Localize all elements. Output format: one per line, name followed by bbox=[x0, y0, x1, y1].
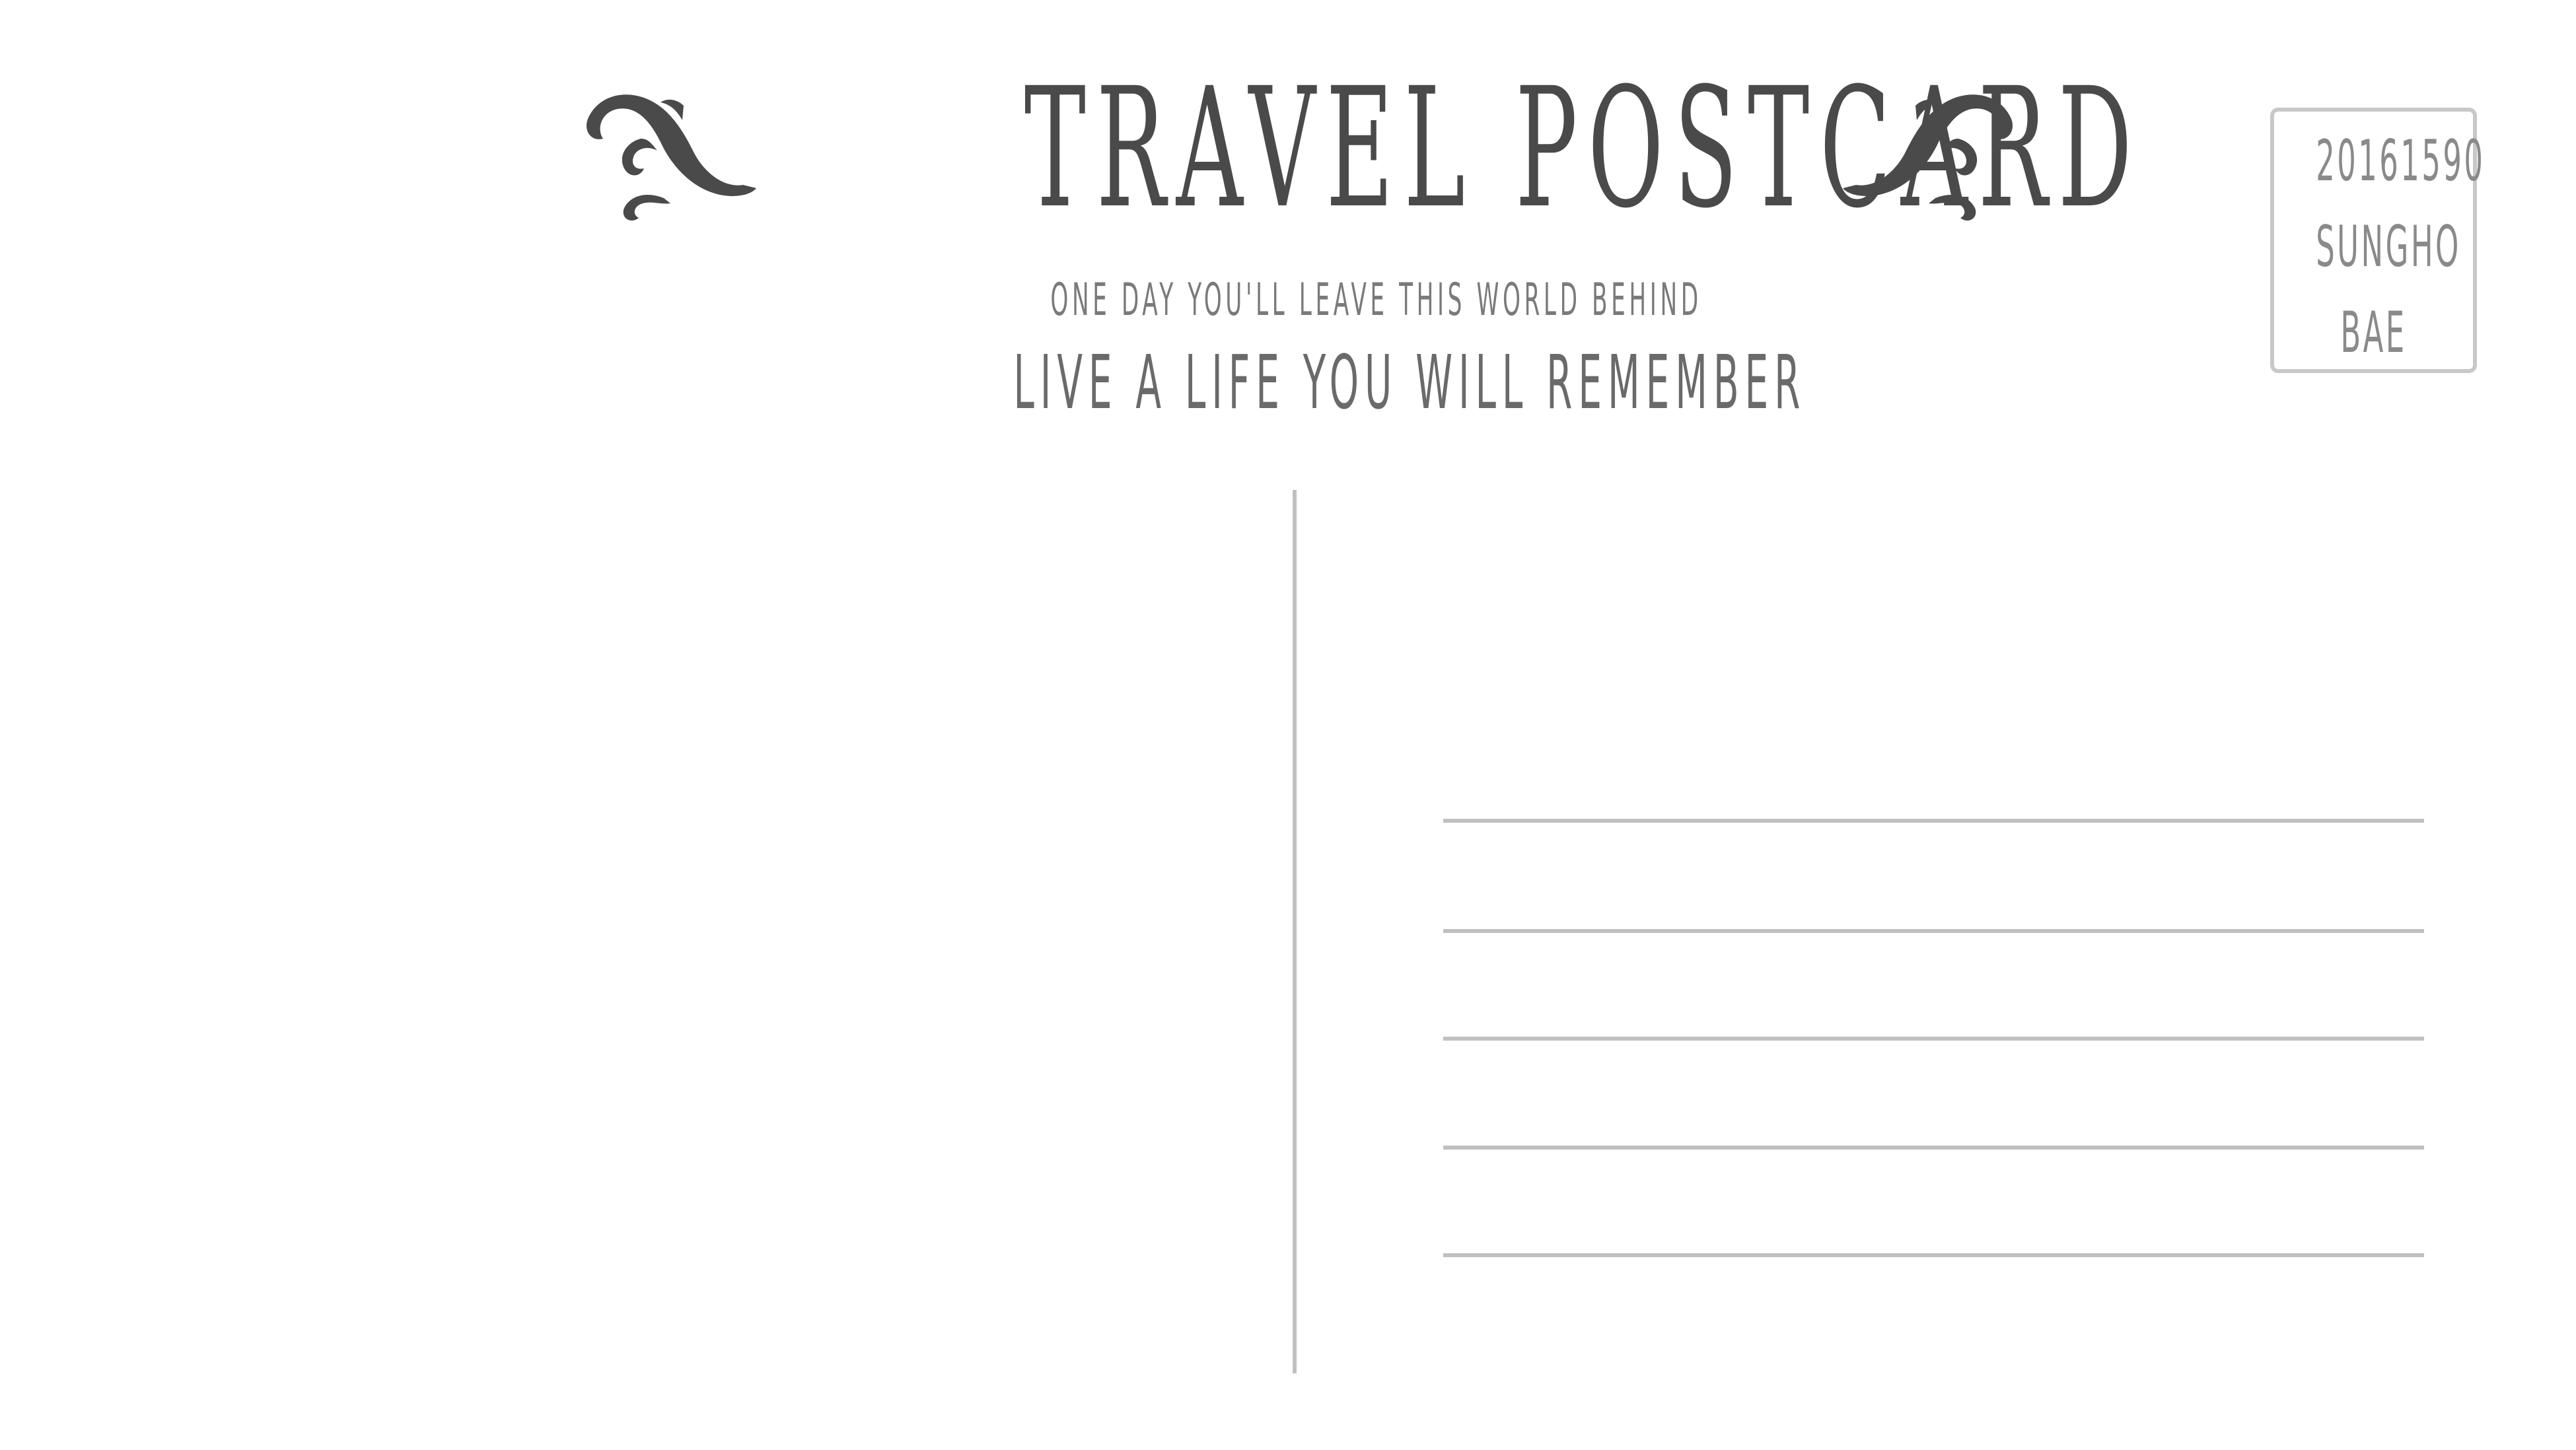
postcard-title: TRAVEL POSTCARD bbox=[1024, 52, 2143, 244]
message-divider bbox=[1293, 490, 1297, 1373]
stamp-id: 20161590 bbox=[2316, 128, 2486, 194]
tagline-small: ONE DAY YOU'LL LEAVE THIS WORLD BEHIND bbox=[1050, 274, 1702, 326]
address-line-2 bbox=[1443, 929, 2424, 933]
address-line-5 bbox=[1443, 1253, 2424, 1257]
tagline-large: LIVE A LIFE YOU WILL REMEMBER bbox=[1013, 340, 1807, 426]
flourish-left-icon bbox=[586, 94, 756, 221]
flourish-right-icon bbox=[1843, 94, 2013, 221]
address-line-1 bbox=[1443, 819, 2424, 823]
address-line-4 bbox=[1443, 1146, 2424, 1150]
stamp-box: 20161590 SUNGHO BAE bbox=[2270, 108, 2486, 373]
stamp-first-name: SUNGHO bbox=[2316, 214, 2461, 280]
postcard-back: TRAVEL POSTCARD ONE DAY YOU'LL LEAVE THI… bbox=[0, 0, 2576, 1450]
address-line-3 bbox=[1443, 1037, 2424, 1041]
stamp-last-name: BAE bbox=[2340, 300, 2407, 366]
